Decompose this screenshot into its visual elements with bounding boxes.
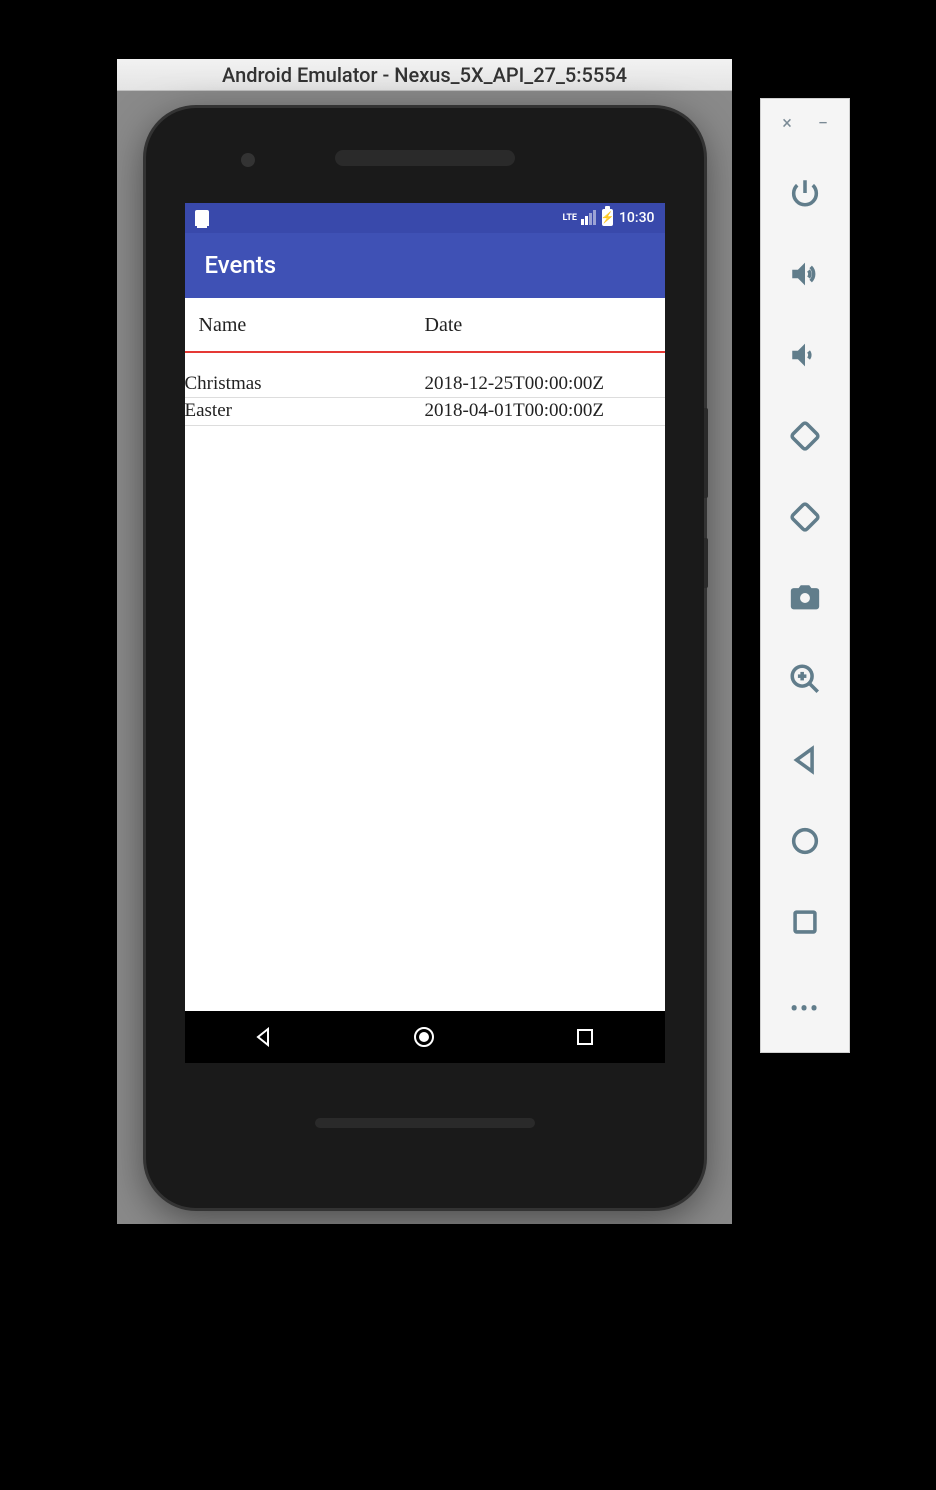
overview-button[interactable] [783,899,828,944]
window-title: Android Emulator - Nexus_5X_API_27_5:555… [222,63,627,87]
volume-down-button[interactable] [783,332,828,377]
more-button[interactable]: ••• [783,987,828,1032]
bottom-speaker-icon [315,1118,535,1128]
home-button[interactable] [412,1025,436,1049]
sdcard-icon [195,210,209,226]
volume-up-button[interactable] [783,251,828,296]
cell-date: 2018-04-01T00:00:00Z [425,398,665,425]
cell-name: Christmas [185,371,425,398]
app-content: Name Date Christmas 2018-12-25T00:00:00Z… [185,298,665,426]
close-button[interactable]: × [777,113,797,134]
header-date: Date [425,314,651,337]
table-body[interactable]: Christmas 2018-12-25T00:00:00Z Easter 20… [185,353,665,426]
phone-volume-button[interactable] [704,538,708,588]
table-row[interactable]: Easter 2018-04-01T00:00:00Z [185,398,665,426]
phone-power-button[interactable] [704,408,708,498]
header-name: Name [199,314,425,337]
clock-label: 10:30 [619,210,655,226]
app-title: Events [205,251,277,279]
table-header: Name Date [185,298,665,353]
phone-top-bezel [146,108,704,203]
phone-bottom-bezel [146,1063,704,1158]
emulator-window: Android Emulator - Nexus_5X_API_27_5:555… [117,59,732,1224]
overview-button[interactable] [575,1027,595,1047]
android-status-bar[interactable]: LTE ⚡ 10:30 [185,203,665,233]
speaker-icon [335,150,515,166]
rotate-left-button[interactable] [783,413,828,458]
camera-icon [241,153,255,167]
power-button[interactable] [783,170,828,215]
signal-icon [581,210,596,225]
phone-screen: LTE ⚡ 10:30 Events [185,203,665,1063]
home-button[interactable] [783,818,828,863]
window-titlebar[interactable]: Android Emulator - Nexus_5X_API_27_5:555… [117,59,732,91]
app-bar: Events [185,233,665,298]
android-nav-bar [185,1011,665,1063]
cell-date: 2018-12-25T00:00:00Z [425,371,665,398]
battery-icon: ⚡ [602,209,613,226]
emulator-toolbar: × − ••• [760,98,850,1053]
window-content: LTE ⚡ 10:30 Events [117,91,732,1224]
lte-label: LTE [562,213,577,223]
phone-frame: LTE ⚡ 10:30 Events [146,108,704,1208]
cell-name: Easter [185,398,425,425]
back-button[interactable] [254,1027,274,1047]
minimize-button[interactable]: − [813,113,833,134]
back-button[interactable] [783,737,828,782]
table-row[interactable]: Christmas 2018-12-25T00:00:00Z [185,353,665,399]
screenshot-button[interactable] [783,575,828,620]
zoom-button[interactable] [783,656,828,701]
rotate-right-button[interactable] [783,494,828,539]
